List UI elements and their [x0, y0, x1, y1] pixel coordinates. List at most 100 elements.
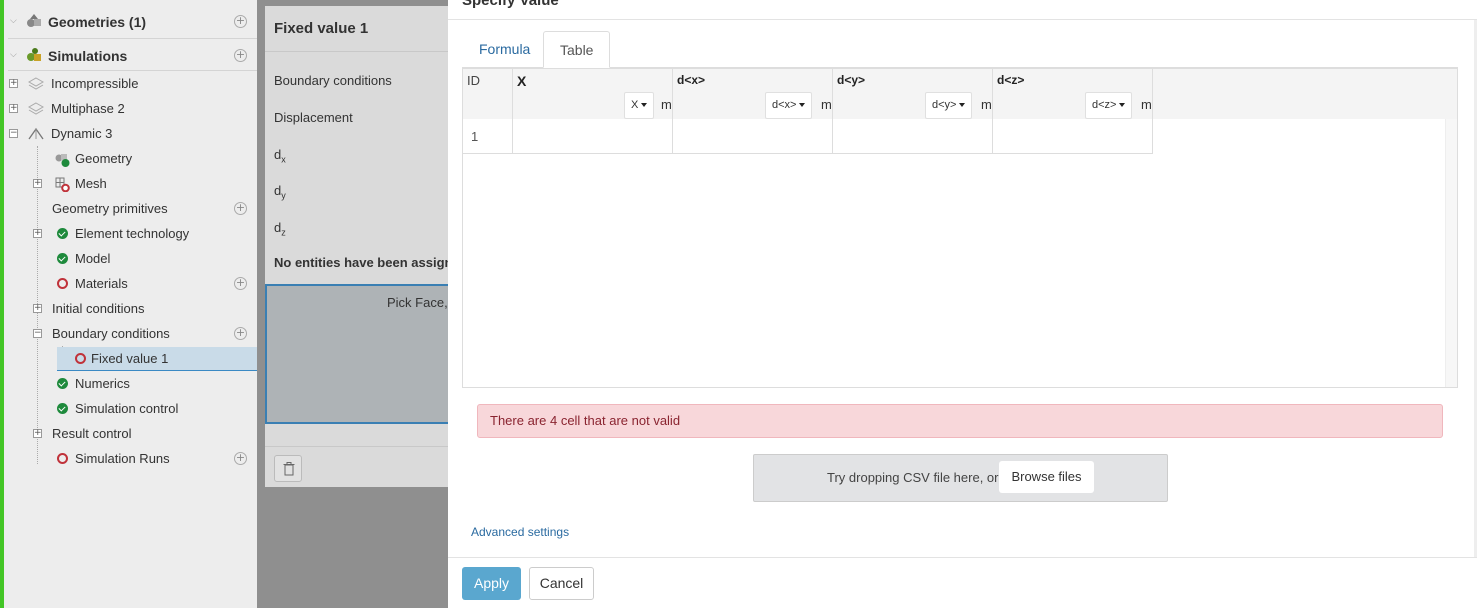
table-cell-x[interactable]	[513, 119, 673, 154]
header-label: d<y>	[837, 73, 866, 87]
tree-item-label: Fixed value 1	[91, 351, 169, 366]
panel-title: Fixed value 1	[274, 20, 369, 37]
expand-icon[interactable]: +	[33, 429, 42, 438]
tree-item-initial-conditions[interactable]: + Initial conditions	[4, 296, 257, 321]
tab-formula[interactable]: Formula	[463, 31, 546, 68]
collapse-icon[interactable]: −	[9, 129, 18, 138]
tree-item-label: Boundary conditions	[52, 326, 170, 341]
column-select-dy[interactable]: d<y>	[925, 92, 973, 119]
add-boundary-condition-icon[interactable]: +	[234, 327, 247, 340]
caret-down-icon	[799, 103, 806, 108]
expand-icon[interactable]: +	[33, 304, 42, 313]
caret-down-icon	[959, 103, 966, 108]
header-label: X	[517, 73, 527, 89]
tree-item-label: Model	[75, 251, 111, 266]
chevron-down-icon[interactable]: ⌵	[10, 50, 17, 60]
column-select-dz[interactable]: d<z>	[1085, 92, 1133, 119]
column-select-x[interactable]: X	[624, 92, 655, 119]
tree-item-label: Dynamic 3	[51, 126, 113, 141]
no-entities-message: No entities have been assigned	[274, 255, 468, 270]
tree-item-label: Simulations	[48, 47, 128, 64]
unit-label: m	[981, 97, 992, 112]
add-simulation-run-icon[interactable]: +	[234, 452, 247, 465]
field-label-dx: dx	[274, 147, 286, 165]
tree-item-incompressible[interactable]: + Incompressible	[4, 71, 257, 96]
table-cell-dz[interactable]	[993, 119, 1153, 154]
divider	[448, 557, 1477, 558]
header-label: d<z>	[997, 73, 1025, 87]
header-cell-dz: d<z> d<z> m	[993, 69, 1153, 119]
layers-icon	[28, 77, 44, 90]
add-geometry-primitive-icon[interactable]: +	[234, 202, 247, 215]
column-select-dx[interactable]: d<x>	[765, 92, 813, 119]
tree-item-label: Element technology	[75, 226, 190, 241]
specify-value-dialog: Specify Value Formula Table ID X X m d<x…	[448, 0, 1477, 608]
tree-item-dynamic-3[interactable]: − Dynamic 3	[4, 121, 257, 146]
tree-item-label: Numerics	[75, 376, 130, 391]
tree-item-mesh[interactable]: + Mesh	[4, 171, 257, 196]
field-label-dy: dy	[274, 183, 286, 201]
table-cell-dx[interactable]	[673, 119, 833, 154]
value-table: ID X X m d<x> d<x> m d<y> d<y> m d<z> d<…	[462, 68, 1458, 388]
caret-down-icon	[641, 103, 648, 108]
expand-icon[interactable]: +	[33, 179, 42, 188]
caret-down-icon	[1119, 103, 1126, 108]
apply-button[interactable]: Apply	[462, 567, 521, 600]
tree-item-simulations[interactable]: ⌵ Simulations +	[4, 43, 257, 68]
add-geometry-icon[interactable]: +	[234, 15, 247, 28]
dy-sub: y	[281, 190, 286, 201]
status-ok-icon	[57, 228, 68, 239]
tree-item-label: Incompressible	[51, 76, 139, 91]
tree-item-label: Materials	[75, 276, 128, 291]
dynamic-icon	[28, 127, 44, 140]
dz-sub: z	[281, 227, 286, 238]
header-cell-x: X X m	[513, 69, 673, 119]
header-cell-dy: d<y> d<y> m	[833, 69, 993, 119]
chevron-down-icon[interactable]: ⌵	[10, 16, 17, 26]
tree-item-geometry-primitives[interactable]: Geometry primitives +	[4, 196, 257, 221]
simulation-tree: ⌵ Geometries (1) + ⌵ Simulations + + Inc…	[0, 0, 261, 608]
tree-item-model[interactable]: Model	[4, 246, 257, 271]
collapse-icon[interactable]: −	[33, 329, 42, 338]
tab-table[interactable]: Table	[543, 31, 611, 68]
tree-item-result-control[interactable]: + Result control	[4, 421, 257, 446]
tree-item-materials[interactable]: Materials +	[4, 271, 257, 296]
expand-icon[interactable]: +	[33, 229, 42, 238]
table-scrollbar[interactable]	[1445, 119, 1457, 387]
dialog-title: Specify Value	[462, 0, 559, 9]
trash-icon	[283, 462, 295, 476]
tree-item-geometry[interactable]: Geometry	[4, 146, 257, 171]
table-cell-dy[interactable]	[833, 119, 993, 154]
tree-item-label: Initial conditions	[52, 301, 145, 316]
advanced-settings-link[interactable]: Advanced settings	[471, 525, 569, 539]
mesh-error-icon	[55, 177, 70, 192]
field-label-boundary-conditions: Boundary conditions	[274, 73, 392, 88]
tree-item-element-technology[interactable]: + Element technology	[4, 221, 257, 246]
add-material-icon[interactable]: +	[234, 277, 247, 290]
tree-item-simulation-control[interactable]: Simulation control	[4, 396, 257, 421]
expand-icon[interactable]: +	[9, 104, 18, 113]
delete-button[interactable]	[274, 455, 302, 482]
status-ok-icon	[57, 253, 68, 264]
tree-item-multiphase-2[interactable]: + Multiphase 2	[4, 96, 257, 121]
tree-item-fixed-value-1[interactable]: Fixed value 1	[4, 346, 257, 371]
tree-item-label: Geometry	[75, 151, 133, 166]
unit-label: m	[821, 97, 832, 112]
browse-files-button[interactable]: Browse files	[999, 461, 1094, 493]
table-cell-id: 1	[463, 119, 513, 154]
csv-drop-zone[interactable]: Try dropping CSV file here, or Browse fi…	[753, 454, 1168, 502]
tree-item-label: Mesh	[75, 176, 107, 191]
unit-label: m	[661, 97, 672, 112]
add-simulation-icon[interactable]: +	[234, 49, 247, 62]
divider	[265, 446, 448, 447]
layers-icon	[28, 102, 44, 115]
select-value: d<x>	[772, 99, 797, 111]
entity-pick-area[interactable]: Pick Face, V	[265, 284, 460, 424]
cancel-button[interactable]: Cancel	[529, 567, 594, 600]
tree-item-simulation-runs[interactable]: Simulation Runs +	[4, 446, 257, 471]
tree-item-numerics[interactable]: Numerics	[4, 371, 257, 396]
select-value: X	[631, 99, 639, 111]
tree-item-boundary-conditions[interactable]: − Boundary conditions +	[4, 321, 257, 346]
expand-icon[interactable]: +	[9, 79, 18, 88]
tree-item-geometries[interactable]: ⌵ Geometries (1) +	[4, 9, 257, 34]
